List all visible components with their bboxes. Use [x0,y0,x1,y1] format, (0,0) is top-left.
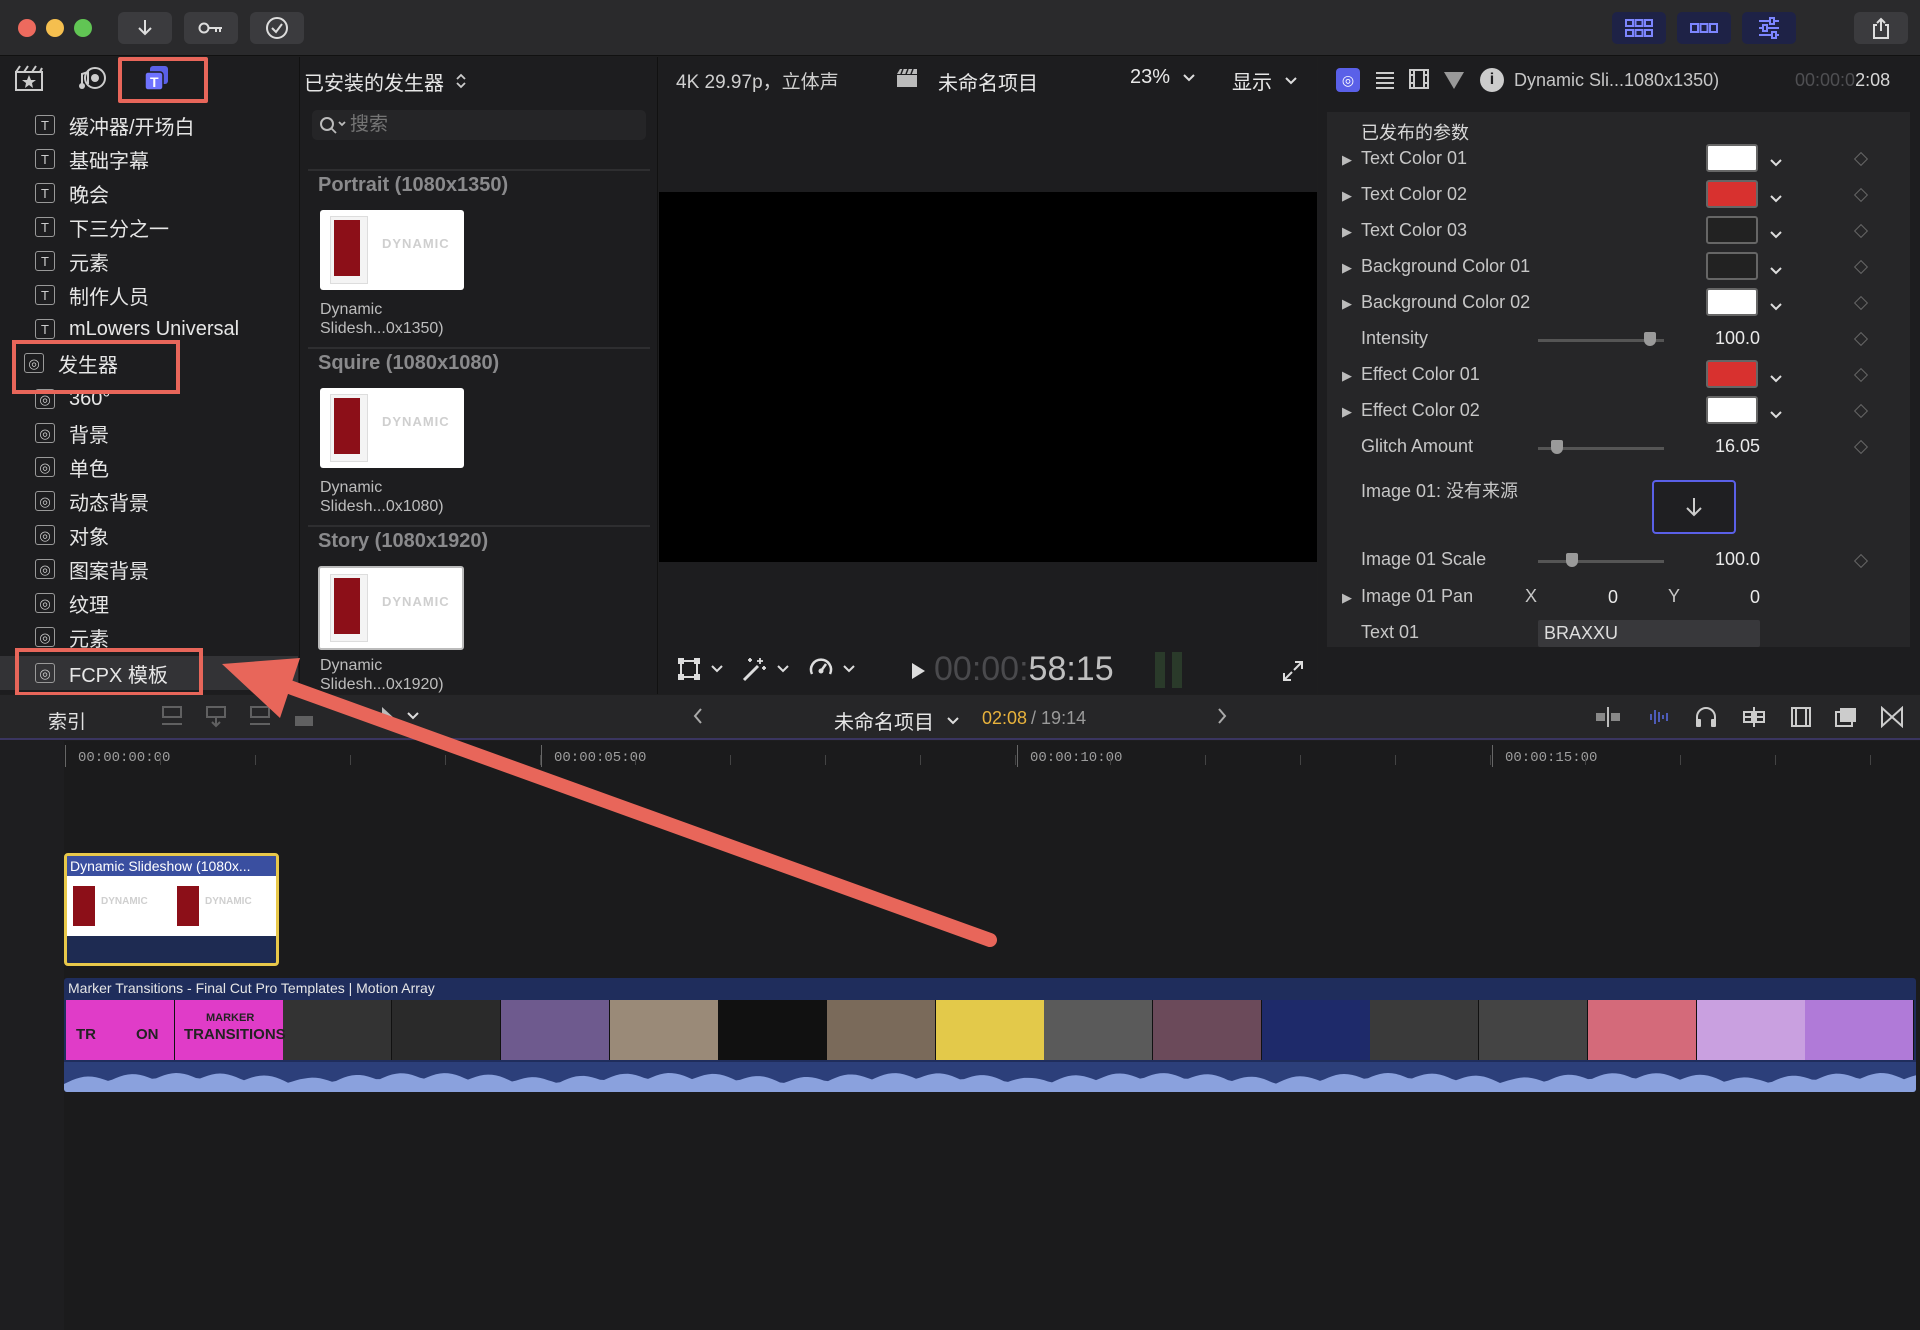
annotation-arrow [222,658,997,947]
